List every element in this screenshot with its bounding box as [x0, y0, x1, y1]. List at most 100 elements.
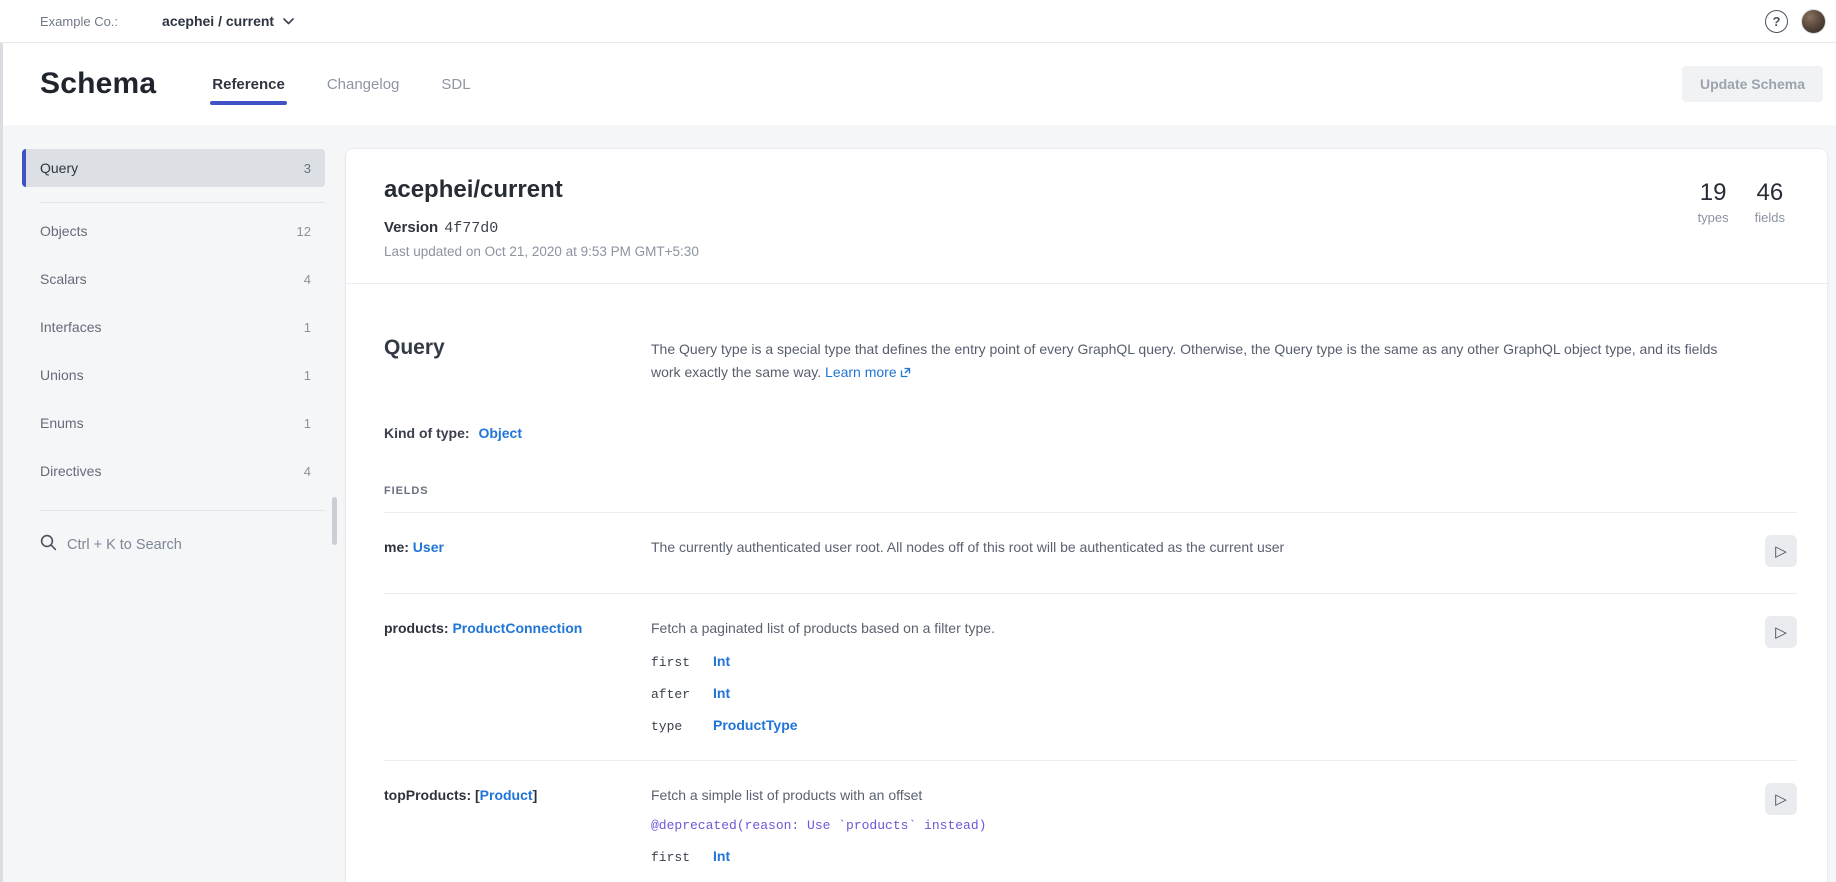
tab-bar: Reference Changelog SDL	[210, 66, 472, 107]
kind-of-type-line: Kind of type: Object	[384, 425, 1797, 441]
type-description: The Query type is a special type that de…	[651, 338, 1749, 385]
sidebar-item-enums[interactable]: Enums 1	[22, 399, 325, 447]
sidebar-item-objects[interactable]: Objects 12	[22, 207, 325, 255]
argument-name: first	[651, 850, 713, 865]
sidebar-divider	[40, 510, 325, 511]
argument-row: type ProductType	[651, 717, 1765, 734]
sidebar-item-label: Interfaces	[40, 319, 101, 335]
argument-name: first	[651, 655, 713, 670]
sidebar-item-count: 12	[297, 224, 311, 239]
field-type-bracket: ]	[533, 787, 538, 803]
schema-stats: 19 types 46 fields	[1698, 179, 1785, 225]
argument-row: after Int	[651, 685, 1765, 702]
sidebar-item-query[interactable]: Query 3	[22, 149, 325, 187]
graph-variant-title: acephei/current	[384, 176, 1787, 204]
stat-label: fields	[1755, 210, 1785, 225]
sidebar-item-count: 1	[304, 320, 311, 335]
version-line: Version 4f77d0	[384, 219, 1787, 237]
schema-meta-header: acephei/current Version 4f77d0 Last updat…	[346, 149, 1827, 284]
topbar-actions: ?	[1765, 9, 1826, 34]
field-body: Fetch a paginated list of products based…	[651, 618, 1765, 734]
argument-row: first Int	[651, 653, 1765, 670]
kind-label: Kind of type:	[384, 425, 470, 441]
sidebar-item-label: Objects	[40, 223, 87, 239]
search-hint-text: Ctrl + K to Search	[67, 537, 182, 553]
version-hash: 4f77d0	[444, 220, 498, 237]
sidebar-item-scalars[interactable]: Scalars 4	[22, 255, 325, 303]
run-in-explorer-button[interactable]: ▷	[1765, 616, 1797, 648]
sidebar-item-count: 1	[304, 368, 311, 383]
argument-name: type	[651, 719, 713, 734]
deprecated-annotation: @deprecated(reason: Use `products` inste…	[651, 818, 1765, 833]
sidebar-item-label: Query	[40, 160, 78, 176]
org-label: Example Co.:	[40, 14, 118, 29]
sidebar-item-unions[interactable]: Unions 1	[22, 351, 325, 399]
external-link-icon	[900, 362, 911, 385]
argument-type-link[interactable]: Int	[713, 848, 730, 864]
field-name: products: ProductConnection	[384, 618, 651, 734]
field-name-text: topProducts:	[384, 787, 471, 803]
stat-value: 19	[1698, 179, 1729, 207]
field-type-link[interactable]: User	[413, 539, 444, 555]
learn-more-link[interactable]: Learn more	[825, 364, 897, 380]
kind-object-link[interactable]: Object	[478, 425, 522, 441]
tab-reference[interactable]: Reference	[210, 66, 287, 107]
user-avatar[interactable]	[1801, 9, 1826, 34]
sidebar-item-count: 4	[304, 272, 311, 287]
tab-sdl[interactable]: SDL	[439, 66, 472, 107]
help-icon[interactable]: ?	[1765, 10, 1788, 33]
field-description: The currently authenticated user root. A…	[651, 537, 1765, 557]
field-name: me: User	[384, 537, 651, 567]
sidebar-item-directives[interactable]: Directives 4	[22, 447, 325, 495]
page-title: Schema	[40, 67, 156, 101]
sidebar-item-label: Enums	[40, 415, 84, 431]
tab-changelog[interactable]: Changelog	[325, 66, 402, 107]
schema-search-trigger[interactable]: Ctrl + K to Search	[22, 525, 325, 565]
last-updated-text: Last updated on Oct 21, 2020 at 9:53 PM …	[384, 244, 1787, 259]
stat-label: types	[1698, 210, 1729, 225]
graph-selector-dropdown[interactable]: acephei / current	[162, 12, 294, 30]
field-description: Fetch a simple list of products with an …	[651, 785, 1765, 805]
argument-type-link[interactable]: Int	[713, 653, 730, 669]
sidebar-item-label: Scalars	[40, 271, 87, 287]
run-in-explorer-button[interactable]: ▷	[1765, 783, 1797, 815]
update-schema-button[interactable]: Update Schema	[1682, 66, 1823, 102]
field-name-text: products:	[384, 620, 449, 636]
argument-row: first Int	[651, 848, 1765, 865]
type-name-heading: Query	[384, 336, 651, 385]
content-area: Query 3 Objects 12 Scalars 4 Interfaces …	[0, 125, 1836, 882]
field-row-me: me: User The currently authenticated use…	[384, 512, 1797, 593]
stat-value: 46	[1755, 179, 1785, 207]
field-row-products: products: ProductConnection Fetch a pagi…	[384, 593, 1797, 760]
field-body: The currently authenticated user root. A…	[651, 537, 1765, 567]
topbar: Example Co.: acephei / current ?	[0, 0, 1836, 43]
sidebar-item-count: 3	[304, 161, 311, 176]
sidebar-item-label: Directives	[40, 463, 101, 479]
type-head: Query The Query type is a special type t…	[384, 336, 1797, 385]
argument-type-link[interactable]: Int	[713, 685, 730, 701]
schema-type-sidebar: Query 3 Objects 12 Scalars 4 Interfaces …	[0, 125, 345, 882]
type-section-query: Query The Query type is a special type t…	[346, 336, 1827, 882]
argument-type-link[interactable]: ProductType	[713, 717, 798, 733]
argument-name: after	[651, 687, 713, 702]
page-header: Schema Reference Changelog SDL Update Sc…	[0, 43, 1836, 125]
field-name: topProducts: [Product]	[384, 785, 651, 865]
field-name-text: me:	[384, 539, 409, 555]
run-in-explorer-button[interactable]: ▷	[1765, 535, 1797, 567]
type-description-text: The Query type is a special type that de…	[651, 341, 1717, 380]
sidebar-item-count: 4	[304, 464, 311, 479]
sidebar-item-interfaces[interactable]: Interfaces 1	[22, 303, 325, 351]
version-label: Version	[384, 219, 438, 236]
field-type-link[interactable]: ProductConnection	[452, 620, 582, 636]
stat-types: 19 types	[1698, 179, 1729, 225]
search-icon	[40, 534, 57, 556]
field-type-link[interactable]: Product	[480, 787, 533, 803]
schema-reference-card: acephei/current Version 4f77d0 Last updat…	[345, 148, 1828, 882]
field-row-topproducts: topProducts: [Product] Fetch a simple li…	[384, 760, 1797, 882]
chevron-down-icon	[283, 12, 294, 30]
sidebar-scrollbar-thumb[interactable]	[332, 497, 337, 545]
sidebar-item-label: Unions	[40, 367, 84, 383]
sidebar-divider	[40, 202, 325, 203]
field-body: Fetch a simple list of products with an …	[651, 785, 1765, 865]
field-description: Fetch a paginated list of products based…	[651, 618, 1765, 638]
